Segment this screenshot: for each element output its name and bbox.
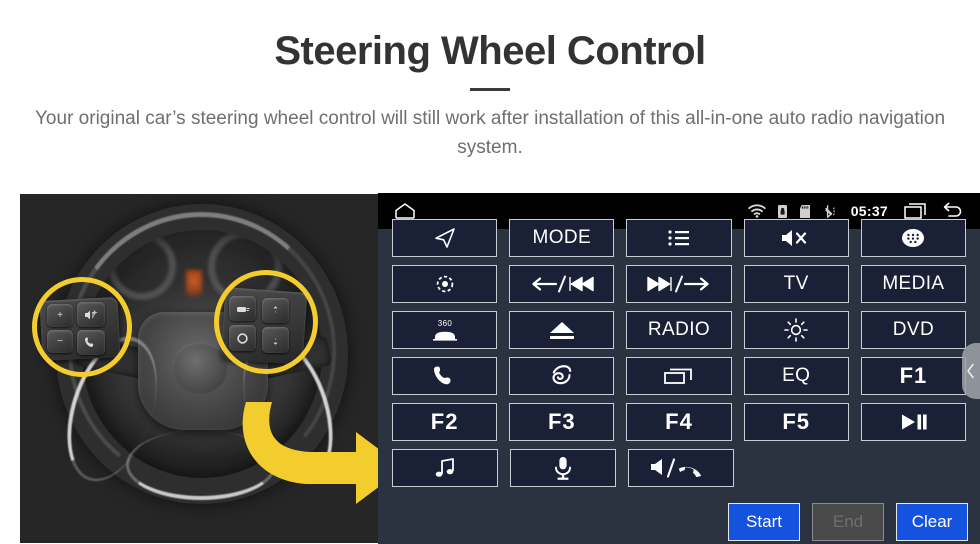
mute-icon	[782, 230, 807, 246]
swc-grid-row: MODE	[388, 219, 970, 257]
btn-brightness[interactable]	[743, 311, 849, 349]
wifi-icon	[747, 204, 766, 218]
highlight-circle-left-controls	[32, 277, 132, 377]
highlight-circle-right-controls	[214, 270, 318, 374]
btn-tv[interactable]: TV	[743, 265, 849, 303]
btn-microphone[interactable]	[510, 449, 616, 487]
btn-volume-hangup[interactable]	[628, 449, 734, 487]
previous-track-icon	[532, 275, 594, 293]
btn-f4[interactable]: F4	[626, 403, 732, 441]
brightness-icon	[784, 318, 809, 342]
edge-scroll-handle[interactable]	[962, 343, 980, 399]
page-header: Steering Wheel Control Your original car…	[0, 0, 980, 162]
swc-grid-row: 360 RADIO DVD	[388, 311, 970, 349]
btn-phone[interactable]	[392, 357, 498, 395]
title-divider	[470, 88, 510, 91]
recents-icon[interactable]	[903, 201, 929, 221]
btn-f1[interactable]: F1	[860, 357, 967, 395]
next-track-icon	[647, 275, 709, 293]
music-note-icon	[435, 458, 454, 477]
btn-360-camera[interactable]: 360	[392, 311, 498, 349]
clear-button[interactable]: Clear	[896, 503, 968, 541]
btn-dvd[interactable]: DVD	[860, 311, 967, 349]
btn-f2[interactable]: F2	[392, 403, 498, 441]
btn-eject[interactable]	[509, 311, 615, 349]
swc-learn-grid: MODE TV MEDIA 360 RADIO DVD EQ F1 F2 F3 …	[378, 219, 980, 511]
settings-gear-icon	[436, 275, 453, 293]
chrome-trim-bottom	[126, 430, 276, 500]
btn-spiral[interactable]	[509, 357, 615, 395]
home-icon[interactable]	[392, 201, 418, 221]
btn-menu[interactable]	[626, 219, 732, 257]
btn-f5[interactable]: F5	[743, 403, 849, 441]
status-bar-left	[392, 201, 418, 221]
btn-music[interactable]	[392, 449, 498, 487]
page-title: Steering Wheel Control	[274, 29, 706, 73]
chevron-left-icon	[967, 363, 974, 379]
swc-grid-row: F2 F3 F4 F5	[388, 403, 970, 441]
btn-f3[interactable]: F3	[509, 403, 615, 441]
btn-play-pause[interactable]	[860, 403, 967, 441]
apps-grid-icon	[902, 229, 925, 247]
swc-grid-row: EQ F1	[388, 357, 970, 395]
camera-360-icon: 360	[432, 319, 457, 341]
btn-window-switch[interactable]	[626, 357, 732, 395]
btn-apps[interactable]	[860, 219, 967, 257]
page-subtitle: Your original car’s steering wheel contr…	[35, 108, 946, 158]
radio-head-unit: 05:37 MODE TV MEDIA 360 RADIO DVD EQ F1 …	[378, 193, 980, 544]
phone-icon	[433, 366, 451, 385]
end-button: End	[812, 503, 884, 541]
btn-next[interactable]	[626, 265, 732, 303]
btn-navigation[interactable]	[392, 219, 498, 257]
page-root: Steering Wheel Control Your original car…	[0, 0, 980, 544]
btn-settings[interactable]	[392, 265, 498, 303]
btn-media[interactable]: MEDIA	[860, 265, 967, 303]
list-menu-icon	[668, 230, 689, 246]
sd-card-icon	[799, 204, 811, 219]
svg-text:360: 360	[437, 319, 452, 328]
btn-previous[interactable]	[509, 265, 615, 303]
usb-lock-icon	[777, 204, 788, 219]
status-bar-right: 05:37	[747, 201, 966, 221]
navigation-arrow-icon	[434, 228, 455, 248]
play-pause-icon	[902, 414, 928, 430]
steering-wheel-horn-button	[172, 342, 228, 394]
swc-grid-row	[388, 449, 970, 487]
spiral-icon	[552, 365, 572, 385]
start-button[interactable]: Start	[728, 503, 800, 541]
volume-hangup-icon	[651, 458, 702, 478]
btn-mute[interactable]	[743, 219, 849, 257]
btn-radio[interactable]: RADIO	[626, 311, 732, 349]
eject-icon	[549, 322, 574, 339]
btn-eq[interactable]: EQ	[743, 357, 849, 395]
media-band: + − 05:37 MODE TV MEDIA 360 RADIO DVD EQ…	[0, 193, 980, 544]
status-bar-clock: 05:37	[850, 203, 888, 219]
btn-mode[interactable]: MODE	[509, 219, 615, 257]
radio-footer-bar: Start End Clear	[378, 500, 980, 544]
back-icon[interactable]	[940, 201, 966, 221]
window-switch-icon	[664, 368, 692, 384]
swc-grid-row: TV MEDIA	[388, 265, 970, 303]
steering-wheel-photo: + −	[20, 194, 378, 543]
microphone-icon	[555, 457, 571, 480]
bluetooth-icon	[822, 204, 836, 219]
